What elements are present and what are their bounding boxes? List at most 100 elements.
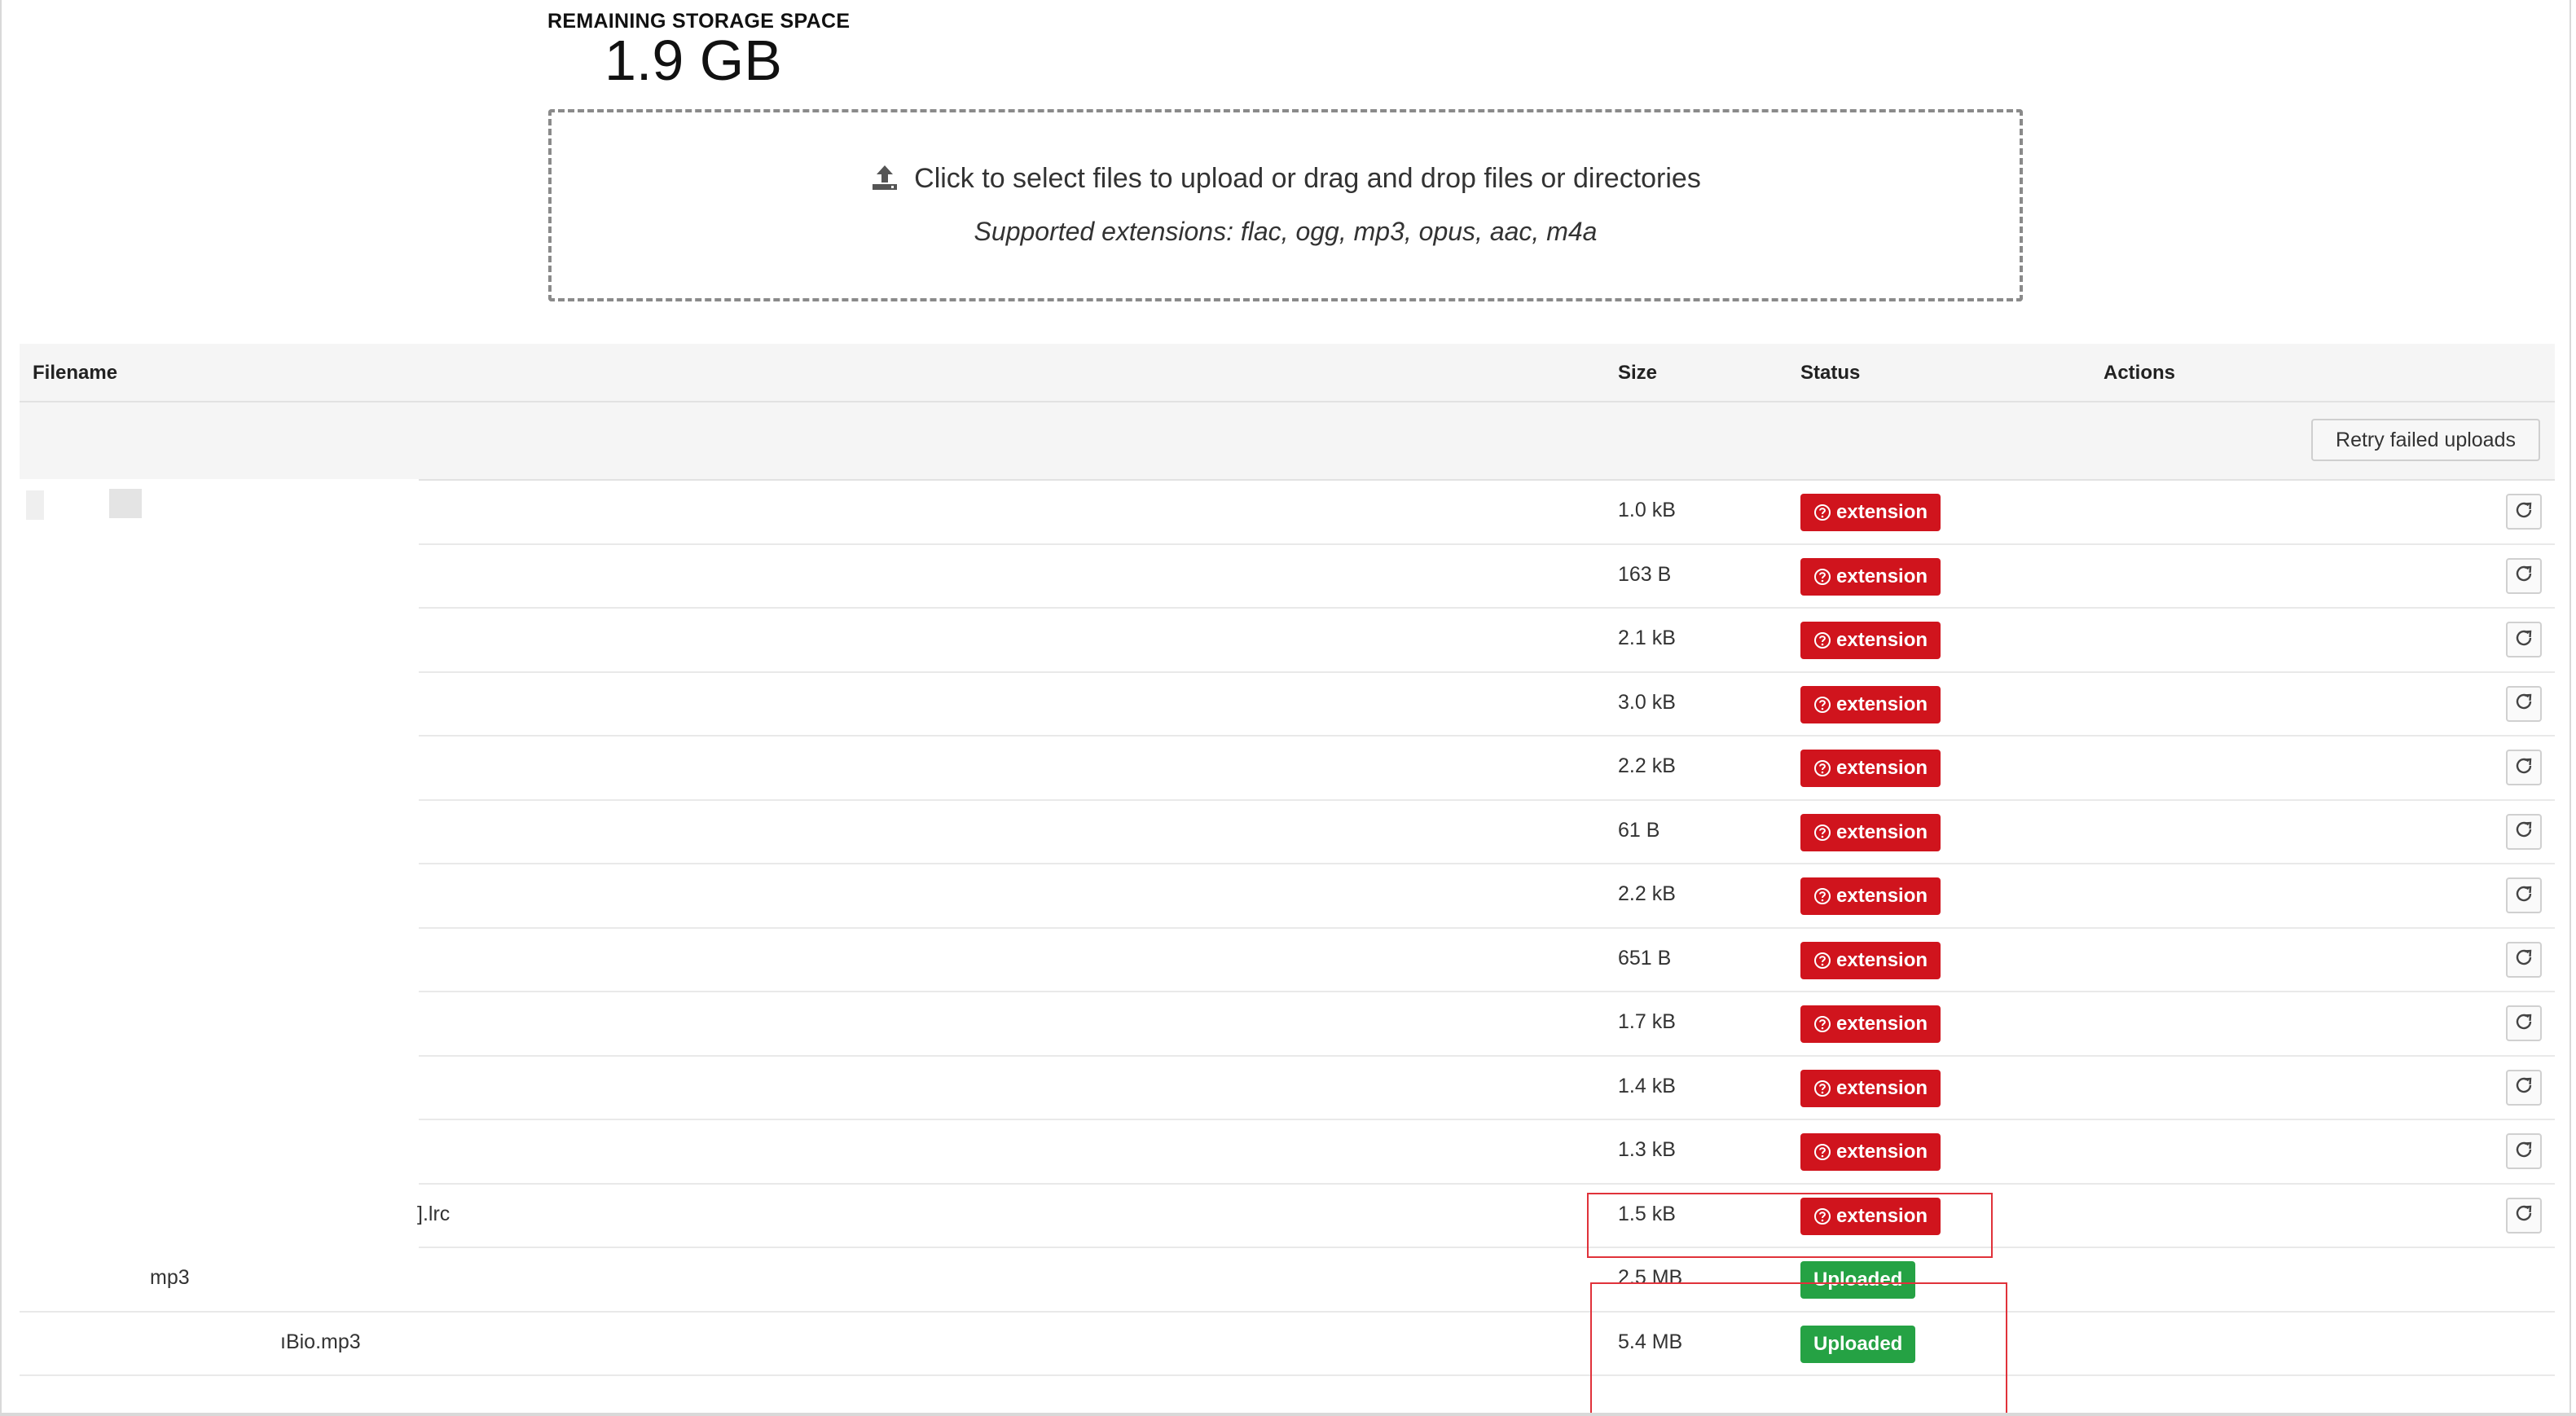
retry-upload-button[interactable] bbox=[2506, 494, 2542, 530]
column-header-actions: Actions bbox=[2103, 362, 2176, 384]
table-row: 1.0 kB extension bbox=[20, 479, 2555, 545]
filename-redacted-area bbox=[20, 991, 419, 1056]
row-filename: ].lrc bbox=[417, 1202, 451, 1225]
question-circle-icon bbox=[1813, 753, 1831, 776]
filename-redacted-area bbox=[20, 735, 419, 800]
status-text: Uploaded bbox=[1813, 1269, 1903, 1291]
question-circle-icon bbox=[1813, 689, 1831, 713]
status-text: extension bbox=[1836, 1076, 1928, 1099]
question-circle-icon bbox=[1813, 497, 1831, 521]
table-row: ].lrc 1.5 kB extension bbox=[20, 1182, 2555, 1248]
retry-icon bbox=[2512, 1138, 2535, 1165]
retry-upload-button[interactable] bbox=[2506, 750, 2542, 785]
question-circle-icon bbox=[1813, 817, 1831, 841]
status-badge-uploaded: Uploaded bbox=[1800, 1325, 1916, 1363]
table-row: 1.7 kB extension bbox=[20, 991, 2555, 1057]
upload-table: Filename Size Status Actions Retry faile… bbox=[20, 344, 2555, 1376]
retry-upload-button[interactable] bbox=[2506, 1197, 2542, 1234]
retry-upload-button[interactable] bbox=[2506, 557, 2542, 594]
file-thumbnail bbox=[26, 490, 44, 520]
row-size: 1.3 kB bbox=[1618, 1138, 1676, 1161]
filename-redacted-area bbox=[20, 607, 419, 672]
question-circle-icon bbox=[1813, 625, 1831, 649]
retry-upload-button[interactable] bbox=[2506, 622, 2542, 657]
upload-dropzone[interactable]: Click to select files to upload or drag … bbox=[548, 109, 2023, 301]
filename-redacted-area bbox=[20, 479, 419, 544]
question-circle-icon bbox=[1813, 1009, 1831, 1032]
table-row: 2.2 kB extension bbox=[20, 863, 2555, 929]
table-row: 1.4 kB extension bbox=[20, 1054, 2555, 1120]
file-thumbnail bbox=[109, 489, 142, 518]
retry-icon bbox=[2512, 754, 2535, 781]
retry-upload-button[interactable] bbox=[2506, 877, 2542, 913]
page-border-left bbox=[0, 0, 2, 1416]
table-row: 61 B extension bbox=[20, 798, 2555, 864]
row-filename: ıBio.mp3 bbox=[280, 1330, 361, 1353]
question-circle-icon bbox=[1813, 881, 1831, 904]
status-badge-error: extension bbox=[1800, 1069, 1941, 1107]
row-size: 1.7 kB bbox=[1618, 1010, 1676, 1033]
filename-redacted-area bbox=[20, 1119, 419, 1184]
status-badge-error: extension bbox=[1800, 941, 1941, 979]
status-badge-error: extension bbox=[1800, 877, 1941, 915]
retry-upload-button[interactable] bbox=[2506, 941, 2542, 978]
column-header-filename: Filename bbox=[33, 362, 118, 384]
dropzone-instruction-line: Click to select files to upload or drag … bbox=[552, 163, 2020, 195]
row-size: 2.2 kB bbox=[1618, 754, 1676, 777]
retry-icon bbox=[2512, 1202, 2535, 1229]
status-text: extension bbox=[1836, 820, 1928, 843]
row-size: 2.1 kB bbox=[1618, 627, 1676, 649]
page-border-bottom bbox=[0, 1413, 2576, 1416]
retry-icon bbox=[2512, 882, 2535, 909]
status-text: extension bbox=[1836, 885, 1928, 907]
status-badge-uploaded: Uploaded bbox=[1800, 1261, 1916, 1299]
supported-extensions: Supported extensions: flac, ogg, mp3, op… bbox=[974, 217, 1598, 246]
status-text: extension bbox=[1836, 501, 1928, 523]
column-header-status: Status bbox=[1800, 362, 1861, 384]
status-text: extension bbox=[1836, 693, 1928, 715]
retry-failed-uploads-button[interactable]: Retry failed uploads bbox=[2311, 419, 2540, 461]
row-size: 1.4 kB bbox=[1618, 1074, 1676, 1097]
status-text: extension bbox=[1836, 948, 1928, 971]
row-size: 163 B bbox=[1618, 562, 1672, 586]
status-badge-error: extension bbox=[1800, 813, 1941, 851]
filename-redacted-area bbox=[20, 543, 419, 609]
retry-icon bbox=[2512, 1010, 2535, 1037]
question-circle-icon bbox=[1813, 945, 1831, 969]
row-size: 651 B bbox=[1618, 946, 1672, 970]
retry-upload-button[interactable] bbox=[2506, 1005, 2542, 1041]
question-circle-icon bbox=[1813, 1137, 1831, 1160]
dropzone-instruction: Click to select files to upload or drag … bbox=[914, 163, 1701, 194]
table-row: 163 B extension bbox=[20, 543, 2555, 609]
retry-icon bbox=[2512, 499, 2535, 526]
status-badge-error: extension bbox=[1800, 622, 1941, 659]
table-row: 1.3 kB extension bbox=[20, 1119, 2555, 1185]
filename-redacted-area bbox=[20, 1054, 419, 1120]
row-size: 5.4 MB bbox=[1618, 1330, 1683, 1353]
retry-icon bbox=[2512, 946, 2535, 973]
filename-redacted-area bbox=[20, 863, 419, 928]
retry-icon bbox=[2512, 627, 2535, 653]
page-border-right bbox=[2569, 0, 2571, 1416]
status-text: extension bbox=[1836, 565, 1928, 587]
retry-icon bbox=[2512, 1074, 2535, 1101]
table-toolbar-row: Retry failed uploads bbox=[20, 402, 2555, 481]
question-circle-icon bbox=[1813, 1073, 1831, 1097]
retry-upload-button[interactable] bbox=[2506, 1069, 2542, 1106]
table-body: 1.0 kB extension 163 B extension 2.1 kB exten… bbox=[20, 479, 2555, 1376]
retry-upload-button[interactable] bbox=[2506, 1133, 2542, 1169]
row-size: 1.5 kB bbox=[1618, 1202, 1676, 1225]
row-size: 2.5 MB bbox=[1618, 1266, 1683, 1289]
upload-page: REMAINING STORAGE SPACE 1.9 GB Click to … bbox=[0, 0, 2576, 1416]
table-row: ıBio.mp3 5.4 MB Uploaded bbox=[20, 1313, 2555, 1376]
status-badge-error: extension bbox=[1800, 557, 1941, 596]
status-text: Uploaded bbox=[1813, 1332, 1903, 1355]
row-filename: mp3 bbox=[150, 1266, 190, 1289]
retry-upload-button[interactable] bbox=[2506, 685, 2542, 722]
table-row: 2.2 kB extension bbox=[20, 735, 2555, 801]
retry-upload-button[interactable] bbox=[2506, 813, 2542, 850]
status-badge-error: extension bbox=[1800, 750, 1941, 787]
storage-value: 1.9 GB bbox=[604, 29, 782, 92]
filename-redacted-area bbox=[20, 671, 419, 737]
row-size: 3.0 kB bbox=[1618, 690, 1676, 714]
